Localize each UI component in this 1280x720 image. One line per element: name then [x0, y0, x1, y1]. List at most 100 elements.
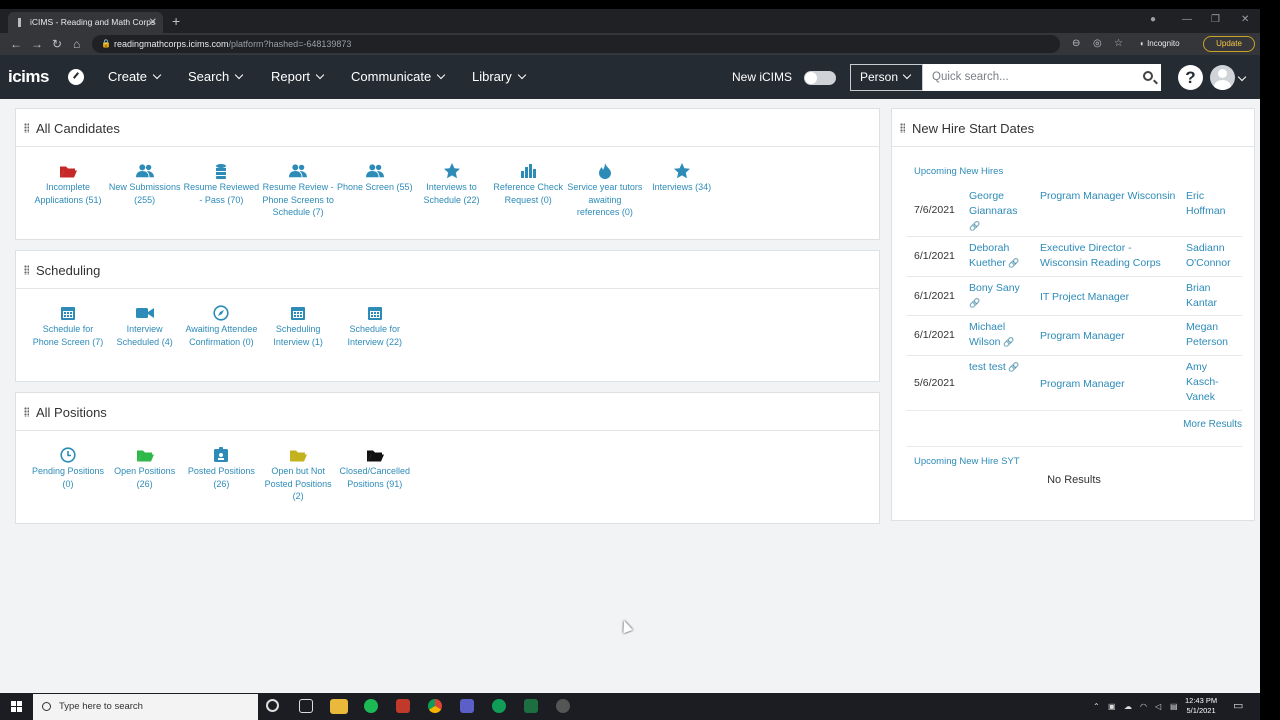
scheduling-tile[interactable]: Schedule for Interview (22) — [337, 303, 413, 348]
volume-icon[interactable]: ◁ — [1155, 693, 1161, 720]
new-icims-label: New iCIMS — [732, 70, 793, 84]
dashboard-icon[interactable] — [68, 69, 84, 85]
incognito-label[interactable]: ◐ Incognito — [1140, 33, 1180, 55]
update-button[interactable]: Update — [1203, 36, 1255, 52]
upcoming-new-hires-link[interactable]: Upcoming New Hires — [914, 166, 1003, 177]
position-tile[interactable]: Open but Not Posted Positions (2) — [260, 445, 336, 503]
maximize-icon[interactable]: ❐ — [1211, 9, 1220, 31]
candidate-tile[interactable]: Interviews (34) — [644, 161, 720, 194]
browser-tab[interactable]: iCIMS - Reading and Math Corps ✕ — [8, 12, 163, 33]
candidate-tile[interactable]: Resume Review - Phone Screens to Schedul… — [260, 161, 336, 219]
nav-create[interactable]: Create — [108, 69, 162, 84]
help-button[interactable]: ? — [1178, 65, 1203, 90]
file-explorer-icon[interactable] — [330, 699, 348, 714]
position-tile[interactable]: Open Positions (26) — [107, 445, 183, 490]
network-icon[interactable]: ◠ — [1140, 693, 1147, 720]
notifications-icon[interactable]: ▭ — [1233, 693, 1243, 720]
link-icon[interactable]: 🔗 — [969, 298, 980, 308]
task-view-icon[interactable] — [299, 699, 313, 713]
nav-report[interactable]: Report — [271, 69, 325, 84]
nav-library[interactable]: Library — [472, 69, 526, 84]
excel-icon[interactable] — [524, 699, 538, 713]
hiring-manager-link[interactable]: Brian Kantar — [1186, 281, 1242, 311]
forward-icon[interactable]: → — [31, 33, 43, 55]
hiring-manager-link[interactable]: Sadiann O'Connor — [1186, 241, 1242, 271]
candidate-tile[interactable]: New Submissions (255) — [107, 161, 183, 206]
tray-app-icon[interactable]: ▣ — [1108, 693, 1116, 720]
scheduling-tile[interactable]: Interview Scheduled (4) — [107, 303, 183, 348]
home-icon[interactable]: ⌂ — [73, 33, 80, 55]
keyboard-icon[interactable]: ▤ — [1170, 693, 1178, 720]
job-title-link[interactable]: Program Manager — [1040, 329, 1176, 344]
hire-name-link[interactable]: test test 🔗 — [969, 360, 1031, 375]
tracking-icon[interactable]: ◎ — [1093, 33, 1102, 55]
back-icon[interactable]: ← — [10, 33, 22, 55]
nav-search[interactable]: Search — [188, 69, 244, 84]
candidate-tile[interactable]: Incomplete Applications (51) — [30, 161, 106, 206]
drag-handle-icon[interactable] — [24, 123, 29, 133]
link-icon[interactable]: 🔗 — [969, 221, 980, 231]
search-icon[interactable] — [1143, 71, 1153, 81]
link-icon[interactable]: 🔗 — [1006, 258, 1019, 268]
candidate-tile[interactable]: Service year tutors awaiting references … — [567, 161, 643, 219]
candidate-tile[interactable]: Phone Screen (55) — [337, 161, 413, 194]
hiring-manager-link[interactable]: Megan Peterson — [1186, 320, 1242, 350]
teams-icon[interactable] — [460, 699, 474, 713]
drag-handle-icon[interactable] — [900, 123, 905, 133]
avatar[interactable] — [1210, 65, 1235, 90]
hiring-manager-link[interactable]: Eric Hoffman — [1186, 189, 1242, 219]
reload-icon[interactable]: ↻ — [52, 33, 62, 55]
drag-handle-icon[interactable] — [24, 407, 29, 417]
scheduling-tile[interactable]: Schedule for Phone Screen (7) — [30, 303, 106, 348]
position-tile[interactable]: Posted Positions (26) — [183, 445, 259, 490]
position-tile[interactable]: Closed/Cancelled Positions (91) — [337, 445, 413, 490]
onedrive-icon[interactable]: ☁ — [1124, 693, 1132, 720]
job-title-link[interactable]: Executive Director - Wisconsin Reading C… — [1040, 241, 1176, 271]
job-title-link[interactable]: Program Manager — [1040, 377, 1176, 392]
new-icims-toggle[interactable] — [804, 71, 836, 85]
more-results-link[interactable]: More Results — [1183, 419, 1242, 430]
cortana-icon[interactable] — [266, 699, 279, 712]
taskbar-search-input[interactable]: Type here to search — [33, 694, 258, 720]
panel-title: Scheduling — [36, 263, 101, 278]
scheduling-tile[interactable]: Scheduling Interview (1) — [260, 303, 336, 348]
zoom-icon[interactable]: ⊖ — [1072, 33, 1080, 55]
minimize-icon[interactable]: — — [1182, 9, 1192, 31]
hangouts-icon[interactable] — [492, 699, 506, 713]
tray-chevron-icon[interactable]: ⌃ — [1093, 693, 1100, 720]
job-title-link[interactable]: Program Manager Wisconsin — [1040, 189, 1176, 204]
url-field[interactable]: 🔒 readingmathcorps.icims.com/platform?ha… — [92, 35, 1060, 53]
chevron-down-icon[interactable] — [1237, 72, 1247, 82]
bookmark-star-icon[interactable]: ☆ — [1114, 33, 1123, 55]
obs-icon[interactable] — [556, 699, 570, 713]
app-icon[interactable] — [396, 699, 410, 713]
hire-name-link[interactable]: Bony Sany 🔗 — [969, 281, 1031, 311]
hire-name-link[interactable]: Michael Wilson 🔗 — [969, 320, 1031, 350]
link-icon[interactable]: 🔗 — [1006, 362, 1019, 372]
link-icon[interactable]: 🔗 — [1001, 337, 1014, 347]
nav-communicate[interactable]: Communicate — [351, 69, 446, 84]
system-clock[interactable]: 12:43 PM 5/1/2021 — [1185, 696, 1217, 716]
icims-logo[interactable]: icims — [8, 67, 49, 87]
scheduling-tile[interactable]: Awaiting Attendee Confirmation (0) — [183, 303, 259, 348]
hire-name-link[interactable]: George Giannaras 🔗 — [969, 189, 1031, 234]
close-tab-icon[interactable]: ✕ — [149, 12, 157, 33]
hiring-manager-link[interactable]: Amy Kasch-Vanek — [1186, 360, 1242, 405]
search-scope-select[interactable]: Person — [850, 64, 923, 91]
position-tile[interactable]: Pending Positions (0) — [30, 445, 106, 490]
hire-name-link[interactable]: Deborah Kuether 🔗 — [969, 241, 1031, 271]
spotify-icon[interactable] — [364, 699, 378, 713]
upcoming-new-hire-syt-link[interactable]: Upcoming New Hire SYT — [914, 456, 1020, 467]
close-window-icon[interactable]: ✕ — [1241, 9, 1249, 31]
drag-handle-icon[interactable] — [24, 265, 29, 275]
chrome-icon[interactable] — [428, 699, 442, 713]
candidate-tile[interactable]: Resume Reviewed - Pass (70) — [183, 161, 259, 206]
quick-search-input[interactable]: Quick search... — [923, 64, 1161, 91]
windows-start-icon[interactable] — [11, 701, 22, 712]
all-candidates-panel: All Candidates Incomplete Applications (… — [15, 108, 880, 240]
profile-icon[interactable]: ● — [1150, 9, 1156, 31]
job-title-link[interactable]: IT Project Manager — [1040, 290, 1176, 305]
new-tab-button[interactable]: + — [172, 12, 180, 30]
candidate-tile[interactable]: Reference Check Request (0) — [490, 161, 566, 206]
candidate-tile[interactable]: Interviews to Schedule (22) — [414, 161, 490, 206]
